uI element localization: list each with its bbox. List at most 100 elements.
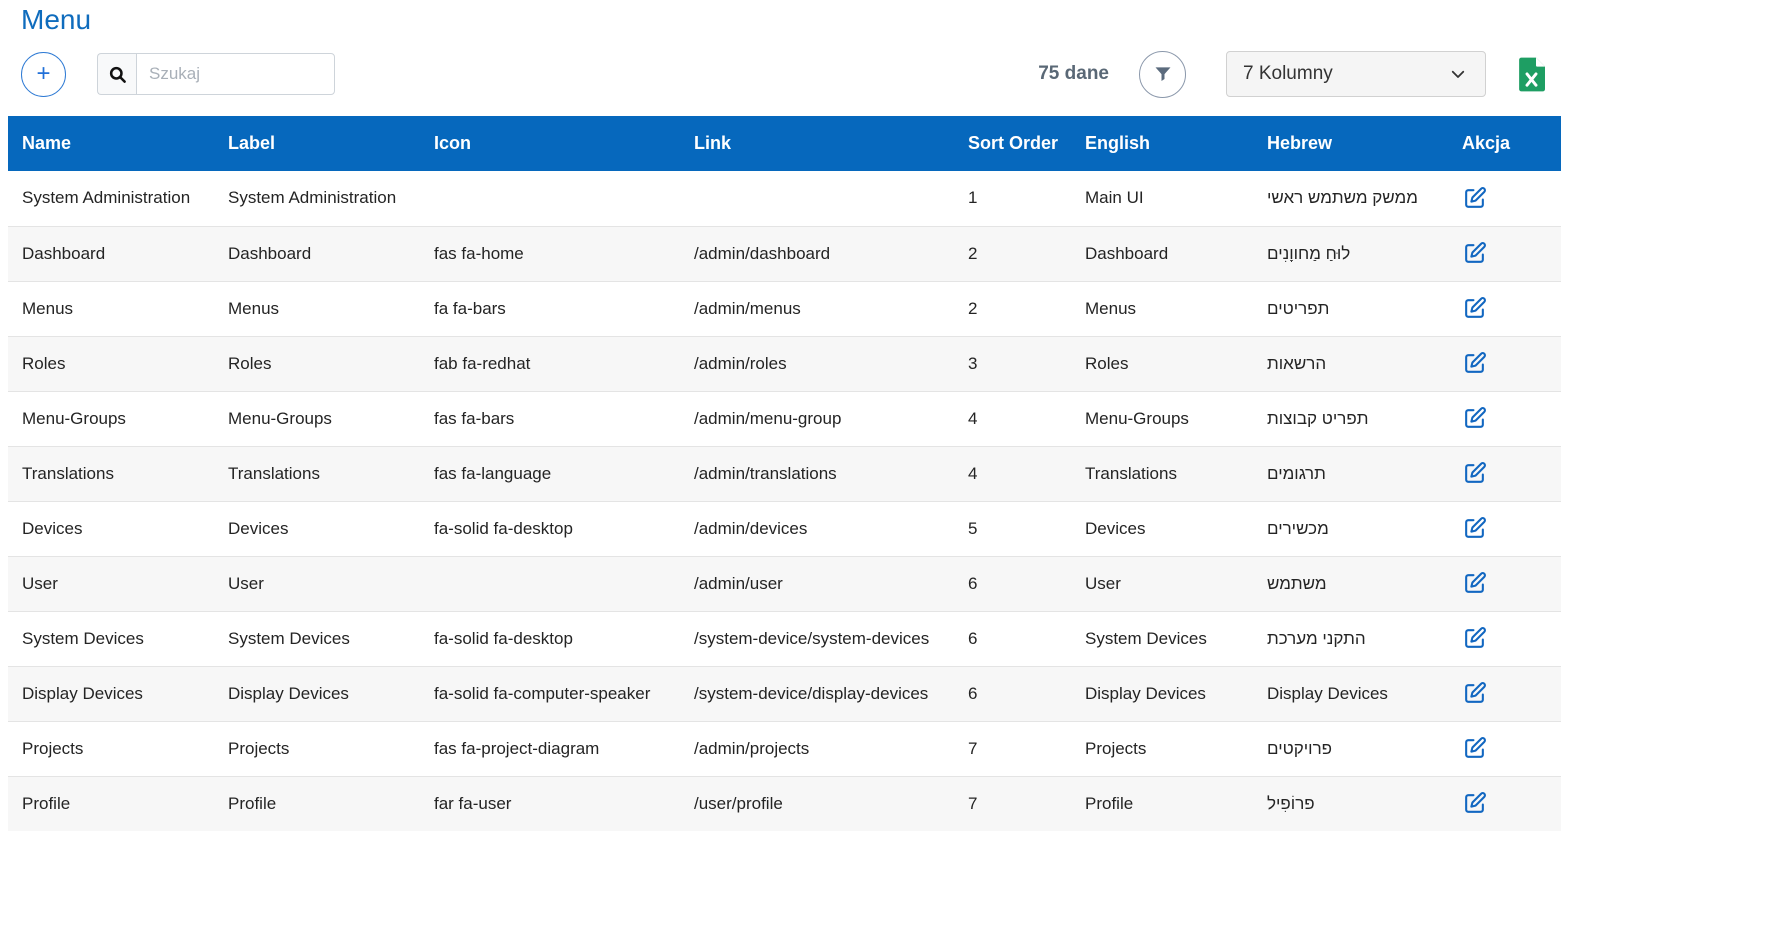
cell-icon: fab fa-redhat	[420, 336, 680, 391]
cell-label: Projects	[214, 721, 420, 776]
cell-sort: 2	[954, 281, 1071, 336]
columns-select[interactable]: 7 Kolumny	[1226, 51, 1486, 97]
plus-icon: +	[36, 62, 50, 86]
cell-link: /admin/user	[680, 556, 954, 611]
cell-link	[680, 171, 954, 226]
table-row: RolesRolesfab fa-redhat/admin/roles3Role…	[8, 336, 1561, 391]
column-header-label: Label	[214, 116, 420, 171]
cell-english: Menus	[1071, 281, 1253, 336]
cell-label: Devices	[214, 501, 420, 556]
search-input[interactable]	[136, 53, 335, 95]
edit-icon	[1462, 296, 1487, 321]
search-group	[97, 53, 335, 95]
column-header-hebrew: Hebrew	[1253, 116, 1448, 171]
cell-action	[1448, 556, 1561, 611]
cell-icon: fa-solid fa-computer-speaker	[420, 666, 680, 721]
cell-sort: 4	[954, 391, 1071, 446]
cell-hebrew: תרגומים	[1253, 446, 1448, 501]
cell-sort: 6	[954, 611, 1071, 666]
cell-english: Menu-Groups	[1071, 391, 1253, 446]
chevron-down-icon	[1449, 65, 1467, 83]
cell-link: /admin/projects	[680, 721, 954, 776]
record-count: 75 dane	[1038, 63, 1109, 85]
cell-action	[1448, 391, 1561, 446]
cell-hebrew: הרשאות	[1253, 336, 1448, 391]
cell-sort: 6	[954, 556, 1071, 611]
cell-label: Roles	[214, 336, 420, 391]
table-header: Name Label Icon Link Sort Order English …	[8, 116, 1561, 171]
cell-english: Projects	[1071, 721, 1253, 776]
edit-icon	[1462, 736, 1487, 761]
edit-button[interactable]	[1462, 351, 1487, 376]
cell-name: Menus	[8, 281, 214, 336]
cell-english: Profile	[1071, 776, 1253, 831]
cell-icon	[420, 556, 680, 611]
add-button[interactable]: +	[21, 52, 66, 97]
filter-button[interactable]	[1139, 51, 1186, 98]
cell-english: User	[1071, 556, 1253, 611]
edit-button[interactable]	[1462, 461, 1487, 486]
funnel-icon	[1153, 64, 1173, 84]
cell-hebrew: מכשירים	[1253, 501, 1448, 556]
edit-button[interactable]	[1462, 186, 1487, 211]
cell-link: /admin/translations	[680, 446, 954, 501]
cell-link: /system-device/display-devices	[680, 666, 954, 721]
edit-button[interactable]	[1462, 626, 1487, 651]
column-header-icon: Icon	[420, 116, 680, 171]
toolbar-right: 75 dane 7 Kolumny	[1038, 51, 1545, 98]
cell-hebrew: פרוֹפִיל	[1253, 776, 1448, 831]
edit-button[interactable]	[1462, 241, 1487, 266]
edit-button[interactable]	[1462, 736, 1487, 761]
cell-hebrew: משתמש	[1253, 556, 1448, 611]
edit-button[interactable]	[1462, 296, 1487, 321]
page-title: Menu	[21, 4, 1561, 36]
cell-name: Translations	[8, 446, 214, 501]
edit-button[interactable]	[1462, 406, 1487, 431]
page: Menu + 75 dane 7 Kolumny	[0, 0, 1561, 831]
edit-button[interactable]	[1462, 571, 1487, 596]
edit-button[interactable]	[1462, 516, 1487, 541]
table-row: MenusMenusfa fa-bars/admin/menus2Menusתפ…	[8, 281, 1561, 336]
edit-button[interactable]	[1462, 681, 1487, 706]
cell-link: /admin/roles	[680, 336, 954, 391]
cell-name: Profile	[8, 776, 214, 831]
cell-icon: fa-solid fa-desktop	[420, 501, 680, 556]
cell-label: Translations	[214, 446, 420, 501]
table-row: System AdministrationSystem Administrati…	[8, 171, 1561, 226]
cell-icon: far fa-user	[420, 776, 680, 831]
cell-action	[1448, 501, 1561, 556]
excel-icon	[1518, 57, 1545, 92]
cell-english: Main UI	[1071, 171, 1253, 226]
table-row: ProjectsProjectsfas fa-project-diagram/a…	[8, 721, 1561, 776]
cell-label: Menus	[214, 281, 420, 336]
table-row: UserUser/admin/user6Userמשתמש	[8, 556, 1561, 611]
edit-icon	[1462, 626, 1487, 651]
cell-hebrew: התקני מערכת	[1253, 611, 1448, 666]
cell-label: User	[214, 556, 420, 611]
excel-export-button[interactable]	[1518, 57, 1545, 92]
cell-icon: fa-solid fa-desktop	[420, 611, 680, 666]
column-header-name: Name	[8, 116, 214, 171]
cell-english: Roles	[1071, 336, 1253, 391]
cell-action	[1448, 336, 1561, 391]
edit-icon	[1462, 571, 1487, 596]
table-row: DevicesDevicesfa-solid fa-desktop/admin/…	[8, 501, 1561, 556]
cell-action	[1448, 776, 1561, 831]
cell-sort: 6	[954, 666, 1071, 721]
cell-sort: 7	[954, 776, 1071, 831]
cell-link: /admin/menu-group	[680, 391, 954, 446]
cell-name: User	[8, 556, 214, 611]
cell-label: Dashboard	[214, 226, 420, 281]
edit-button[interactable]	[1462, 791, 1487, 816]
cell-name: System Devices	[8, 611, 214, 666]
cell-sort: 7	[954, 721, 1071, 776]
cell-label: Display Devices	[214, 666, 420, 721]
cell-hebrew: ממשק משתמש ראשי	[1253, 171, 1448, 226]
cell-link: /admin/menus	[680, 281, 954, 336]
cell-link: /admin/dashboard	[680, 226, 954, 281]
cell-action	[1448, 281, 1561, 336]
cell-hebrew: תפריט קבוצות	[1253, 391, 1448, 446]
menu-table: Name Label Icon Link Sort Order English …	[8, 116, 1561, 831]
table-row: TranslationsTranslationsfas fa-language/…	[8, 446, 1561, 501]
column-header-akcja: Akcja	[1448, 116, 1561, 171]
